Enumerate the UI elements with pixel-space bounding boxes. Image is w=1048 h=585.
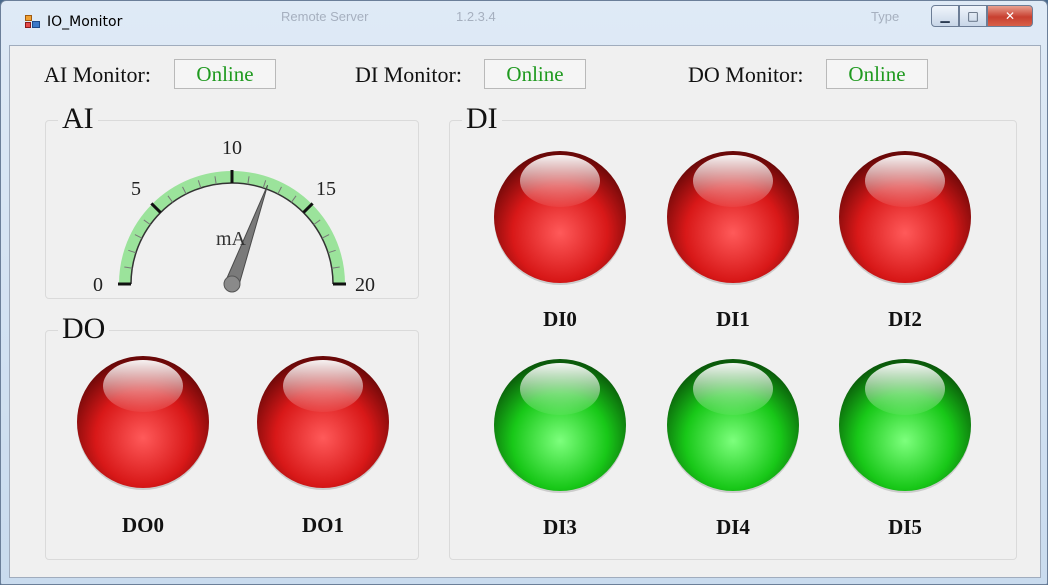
- do-group: DO DO0 DO1: [45, 313, 419, 560]
- client-area: AI Monitor: Online DI Monitor: Online DO…: [9, 45, 1041, 578]
- led-highlight: [865, 155, 945, 207]
- minimize-icon: ▁: [940, 9, 950, 23]
- led-label-di0: DI0: [543, 307, 577, 331]
- led-highlight: [520, 155, 600, 207]
- background-window-text: 1.2.3.4: [456, 9, 496, 24]
- led-di2: [839, 151, 971, 285]
- background-window-text: Remote Server: [281, 9, 369, 24]
- gauge-tick-label: 20: [355, 274, 375, 296]
- title-bar[interactable]: IO_Monitor Remote Server 1.2.3.4 Type ▁ …: [1, 1, 1047, 45]
- gauge-tick-label: 0: [93, 274, 103, 296]
- window: IO_Monitor Remote Server 1.2.3.4 Type ▁ …: [0, 0, 1048, 585]
- led-do1: [257, 356, 389, 490]
- led-highlight: [283, 360, 363, 412]
- di-group: DI DI0 DI1 DI2 DI3 DI4 DI5: [449, 103, 1017, 560]
- close-icon: ✕: [1004, 9, 1016, 23]
- ai-monitor-label: AI Monitor:: [44, 62, 151, 87]
- di-group-title: DI: [462, 103, 502, 135]
- led-label-di5: DI5: [888, 515, 922, 539]
- led-di3: [494, 359, 626, 493]
- led-di1: [667, 151, 799, 285]
- led-label-do0: DO0: [122, 513, 164, 537]
- led-label-di1: DI1: [716, 307, 750, 331]
- minimize-button[interactable]: ▁: [931, 5, 959, 27]
- led-di0: [494, 151, 626, 285]
- led-highlight: [103, 360, 183, 412]
- background-window-text: Type: [871, 9, 900, 24]
- maximize-button[interactable]: □: [959, 5, 987, 27]
- di-monitor-label: DI Monitor:: [355, 62, 462, 87]
- ai-gauge: mA 0 5 10 15 20: [93, 137, 375, 296]
- do-group-title: DO: [58, 313, 110, 345]
- window-title: IO_Monitor: [47, 14, 123, 30]
- gauge-tick-label: 15: [316, 178, 336, 200]
- app-icon: [25, 15, 41, 29]
- do-monitor-status: Online: [826, 59, 928, 89]
- gauge-tick-label: 10: [222, 137, 242, 159]
- gauge-unit: mA: [216, 228, 247, 250]
- led-highlight: [693, 155, 773, 207]
- do-monitor-label: DO Monitor:: [688, 62, 804, 87]
- led-di5: [839, 359, 971, 493]
- gauge-tick-label: 5: [131, 178, 141, 200]
- led-do0: [77, 356, 209, 490]
- led-highlight: [865, 363, 945, 415]
- led-label-do1: DO1: [302, 513, 344, 537]
- ai-monitor-status: Online: [174, 59, 276, 89]
- led-highlight: [693, 363, 773, 415]
- ai-group: AI mA 0 5 10 15 20: [45, 103, 419, 299]
- led-highlight: [520, 363, 600, 415]
- di-monitor-status: Online: [484, 59, 586, 89]
- led-label-di4: DI4: [716, 515, 750, 539]
- close-button[interactable]: ✕: [987, 5, 1033, 27]
- gauge-needle-hub: [223, 275, 241, 293]
- led-di4: [667, 359, 799, 493]
- maximize-icon: □: [967, 9, 979, 23]
- led-label-di3: DI3: [543, 515, 577, 539]
- led-label-di2: DI2: [888, 307, 922, 331]
